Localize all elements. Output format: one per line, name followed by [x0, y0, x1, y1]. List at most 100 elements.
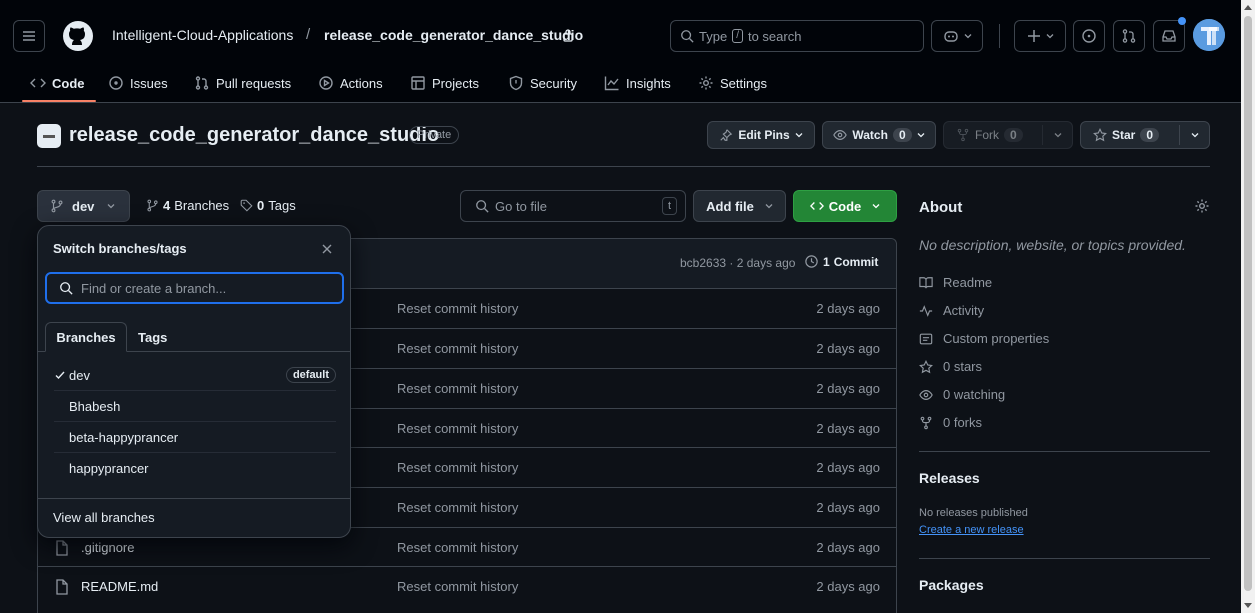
dropdown-title: Switch branches/tags: [53, 241, 187, 256]
tags-link[interactable]: 0 Tags: [240, 198, 296, 213]
tab-settings[interactable]: Settings: [698, 72, 767, 94]
copilot-icon: [943, 31, 958, 42]
commit-message[interactable]: Reset commit history: [397, 500, 518, 515]
branch-item-dev[interactable]: dev default: [54, 360, 336, 391]
scrollbar-thumb[interactable]: [1244, 16, 1252, 591]
chevron-down-icon: [917, 133, 925, 138]
commit-message[interactable]: Reset commit history: [397, 421, 518, 436]
github-logo-icon[interactable]: [62, 20, 94, 52]
pull-requests-button[interactable]: [1113, 20, 1145, 52]
hamburger-icon: [23, 31, 35, 41]
view-all-branches-link[interactable]: View all branches: [53, 510, 155, 525]
tab-code[interactable]: Code: [30, 72, 85, 94]
pulse-icon: [919, 304, 933, 317]
file-icon: [56, 539, 68, 556]
tab-issues[interactable]: Issues: [108, 72, 168, 94]
branch-icon: [51, 199, 63, 213]
tab-projects[interactable]: Projects: [410, 72, 479, 94]
tab-label: Security: [530, 75, 577, 91]
chevron-down-icon: [1046, 34, 1053, 39]
check-icon: [55, 371, 65, 380]
star-icon: [919, 359, 933, 373]
readme-link[interactable]: Readme: [919, 275, 992, 290]
watch-button[interactable]: Watch 0: [822, 121, 936, 149]
search-icon: [60, 282, 73, 295]
tab-branches-label: Branches: [56, 329, 116, 345]
tab-branches[interactable]: Branches: [45, 322, 127, 352]
branch-item-beta-happyprancer[interactable]: beta-happyprancer: [54, 422, 336, 453]
tag-icon: [240, 199, 253, 212]
search-icon: [476, 200, 489, 213]
scrollbar[interactable]: [1241, 0, 1255, 613]
eye-icon: [919, 389, 933, 400]
header-divider: [999, 24, 1000, 48]
fork-icon: [920, 416, 932, 429]
table-row[interactable]: README.md Reset commit history 2 days ag…: [37, 566, 897, 606]
create-release-link[interactable]: Create a new release: [919, 524, 1024, 536]
code-label: Code: [828, 198, 862, 214]
tab-security[interactable]: Security: [508, 72, 577, 94]
breadcrumb-owner[interactable]: Intelligent-Cloud-Applications: [112, 27, 293, 43]
active-tab-underline: [22, 100, 96, 102]
scroll-up-icon: [1244, 5, 1252, 10]
commit-message[interactable]: Reset commit history: [397, 540, 518, 555]
tags-label: Tags: [268, 198, 296, 213]
add-file-button[interactable]: Add file: [693, 190, 786, 222]
star-icon: [1093, 128, 1107, 142]
current-branch: dev: [72, 198, 95, 214]
repo-avatar: [37, 124, 61, 148]
copilot-button[interactable]: [931, 20, 983, 52]
issues-button[interactable]: [1073, 20, 1105, 52]
commit-message[interactable]: Reset commit history: [397, 381, 518, 396]
file-name[interactable]: README.md: [81, 579, 158, 594]
branch-item-bhabesh[interactable]: Bhabesh: [54, 391, 336, 422]
repo-header-divider: [37, 166, 1210, 167]
gear-icon[interactable]: [1194, 198, 1210, 214]
tab-actions[interactable]: Actions: [318, 72, 383, 94]
inbox-icon: [1162, 30, 1176, 42]
go-to-file-input[interactable]: Go to file t: [460, 190, 686, 222]
commit-message[interactable]: Reset commit history: [397, 341, 518, 356]
code-button[interactable]: Code: [793, 190, 897, 222]
file-name[interactable]: .gitignore: [81, 540, 134, 555]
repo-title[interactable]: release_code_generator_dance_studio: [69, 124, 439, 147]
branch-selector-button[interactable]: dev: [37, 190, 130, 222]
commit-hash-meta[interactable]: bcb2633 · 2 days ago: [680, 256, 795, 270]
book-icon: [919, 276, 933, 288]
search-input[interactable]: Type / to search: [670, 20, 924, 52]
star-count: 0: [1140, 128, 1160, 142]
commit-date: 2 days ago: [816, 301, 880, 316]
star-button[interactable]: Star 0: [1080, 121, 1210, 149]
commits-link[interactable]: 1 Commit: [804, 254, 878, 269]
chevron-down-icon: [107, 204, 115, 209]
commit-message[interactable]: Reset commit history: [397, 301, 518, 316]
menu-button[interactable]: [13, 20, 45, 52]
notification-dot: [1178, 17, 1186, 25]
stars-link[interactable]: 0 stars: [919, 359, 982, 374]
branch-icon: [147, 199, 158, 212]
tab-insights[interactable]: Insights: [604, 72, 671, 94]
go-to-file-placeholder: Go to file: [495, 198, 548, 214]
forks-link[interactable]: 0 forks: [919, 415, 982, 430]
tab-pull-requests[interactable]: Pull requests: [194, 72, 291, 94]
activity-link[interactable]: Activity: [919, 303, 984, 318]
branch-search-input[interactable]: Find or create a branch...: [45, 272, 344, 304]
branches-link[interactable]: 4 Branches: [146, 198, 229, 213]
commit-date: 2 days ago: [816, 540, 880, 555]
edit-pins-button[interactable]: Edit Pins: [707, 121, 815, 149]
create-new-button[interactable]: [1014, 20, 1066, 52]
branch-item-happyprancer[interactable]: happyprancer: [54, 453, 336, 484]
visibility-badge: Private: [409, 126, 460, 144]
packages-heading[interactable]: Packages: [919, 577, 984, 593]
tab-tags[interactable]: Tags: [138, 330, 167, 345]
watching-link[interactable]: 0 watching: [919, 387, 1005, 402]
close-button[interactable]: [318, 240, 336, 258]
breadcrumb-repo[interactable]: release_code_generator_dance_studio: [324, 27, 583, 43]
commit-date: 2 days ago: [816, 381, 880, 396]
commit-message[interactable]: Reset commit history: [397, 579, 518, 594]
commit-message[interactable]: Reset commit history: [397, 460, 518, 475]
releases-heading[interactable]: Releases: [919, 470, 980, 486]
custom-properties-link[interactable]: Custom properties: [919, 331, 1049, 346]
avatar[interactable]: [1193, 19, 1225, 51]
watching-label: 0 watching: [943, 387, 1006, 402]
